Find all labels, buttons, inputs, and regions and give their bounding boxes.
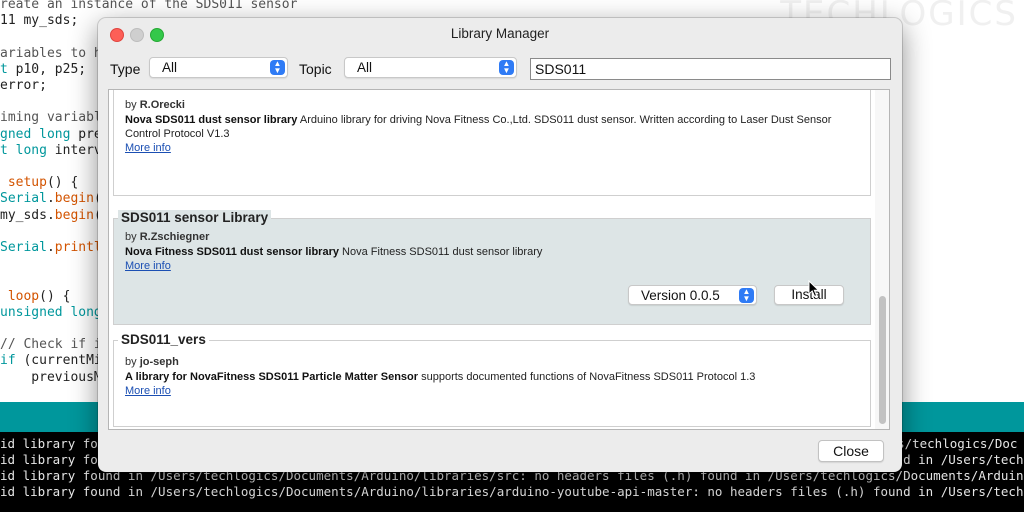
- topic-label: Topic: [299, 61, 332, 77]
- scrollbar-thumb[interactable]: [879, 296, 886, 424]
- author-name: R.Zschiegner: [139, 231, 210, 243]
- more-info-link[interactable]: More info: [125, 142, 171, 154]
- library-title: SDS011_vers: [118, 332, 209, 347]
- mouse-cursor-icon: [808, 280, 820, 298]
- search-input[interactable]: [530, 58, 891, 80]
- author-line: by jo-seph: [125, 356, 179, 368]
- list-scrollbar[interactable]: [875, 90, 889, 429]
- author-line: by R.Orecki: [125, 99, 185, 111]
- code-line: setup() {: [0, 175, 79, 191]
- topic-select-value: All: [357, 60, 373, 75]
- library-entry-selected[interactable]: SDS011 sensor Library by R.Zschiegner No…: [113, 210, 871, 325]
- more-info-link[interactable]: More info: [125, 260, 171, 272]
- title-bar: Library Manager: [98, 18, 902, 50]
- code-line: t p10, p25;: [0, 61, 87, 77]
- library-title: SDS011 sensor Library: [118, 210, 272, 225]
- type-select-value: All: [162, 60, 178, 75]
- code-line: reate an instance of the SDS011 sensor: [0, 0, 298, 12]
- console-line: id library fou: [0, 436, 106, 451]
- library-description: Nova Fitness SDS011 dust sensor library …: [125, 246, 543, 258]
- code-line: t long interva: [0, 142, 110, 158]
- chevron-updown-icon: ▲ ▼: [739, 288, 754, 303]
- code-line: // Check if it: [0, 337, 110, 353]
- code-line: my_sds.begin(2: [0, 207, 110, 223]
- code-line: if (currentMil: [0, 353, 110, 369]
- chevron-updown-icon: ▲ ▼: [270, 60, 285, 75]
- type-select[interactable]: All ▲ ▼: [149, 57, 288, 78]
- library-entry[interactable]: by R.Orecki Nova SDS011 dust sensor libr…: [113, 90, 871, 196]
- entry-frame: [113, 218, 871, 325]
- library-description: Nova SDS011 dust sensor library Arduino …: [125, 114, 832, 140]
- topic-select[interactable]: All ▲ ▼: [344, 57, 517, 78]
- author-name: R.Orecki: [139, 99, 185, 111]
- code-line: 11 my_sds;: [0, 13, 79, 29]
- version-select-value: Version 0.0.5: [641, 288, 720, 303]
- author-line: by R.Zschiegner: [125, 231, 210, 243]
- close-button[interactable]: Close: [818, 440, 884, 462]
- chevron-updown-icon: ▲ ▼: [499, 60, 514, 75]
- code-line: error;: [0, 78, 47, 93]
- window-title: Library Manager: [450, 26, 550, 41]
- library-manager-dialog: Library Manager Type All ▲ ▼ Topic All ▲ ▼…: [98, 18, 902, 472]
- console-line-tail: ers/techlogics/Doc: [882, 436, 1018, 451]
- version-select[interactable]: Version 0.0.5 ▲ ▼: [628, 285, 757, 305]
- console-line: id library found in /Users/techlogics/Do…: [0, 484, 1024, 499]
- more-info-link[interactable]: More info: [125, 385, 171, 397]
- library-description: A library for NovaFitness SDS011 Particl…: [125, 371, 756, 383]
- code-line: loop() {: [0, 288, 71, 304]
- library-entry[interactable]: SDS011_vers by jo-seph A library for Nov…: [113, 332, 871, 427]
- library-list[interactable]: by R.Orecki Nova SDS011 dust sensor libr…: [108, 89, 890, 430]
- author-name: jo-seph: [139, 356, 179, 368]
- type-label: Type: [110, 61, 141, 77]
- entry-frame: [113, 90, 871, 196]
